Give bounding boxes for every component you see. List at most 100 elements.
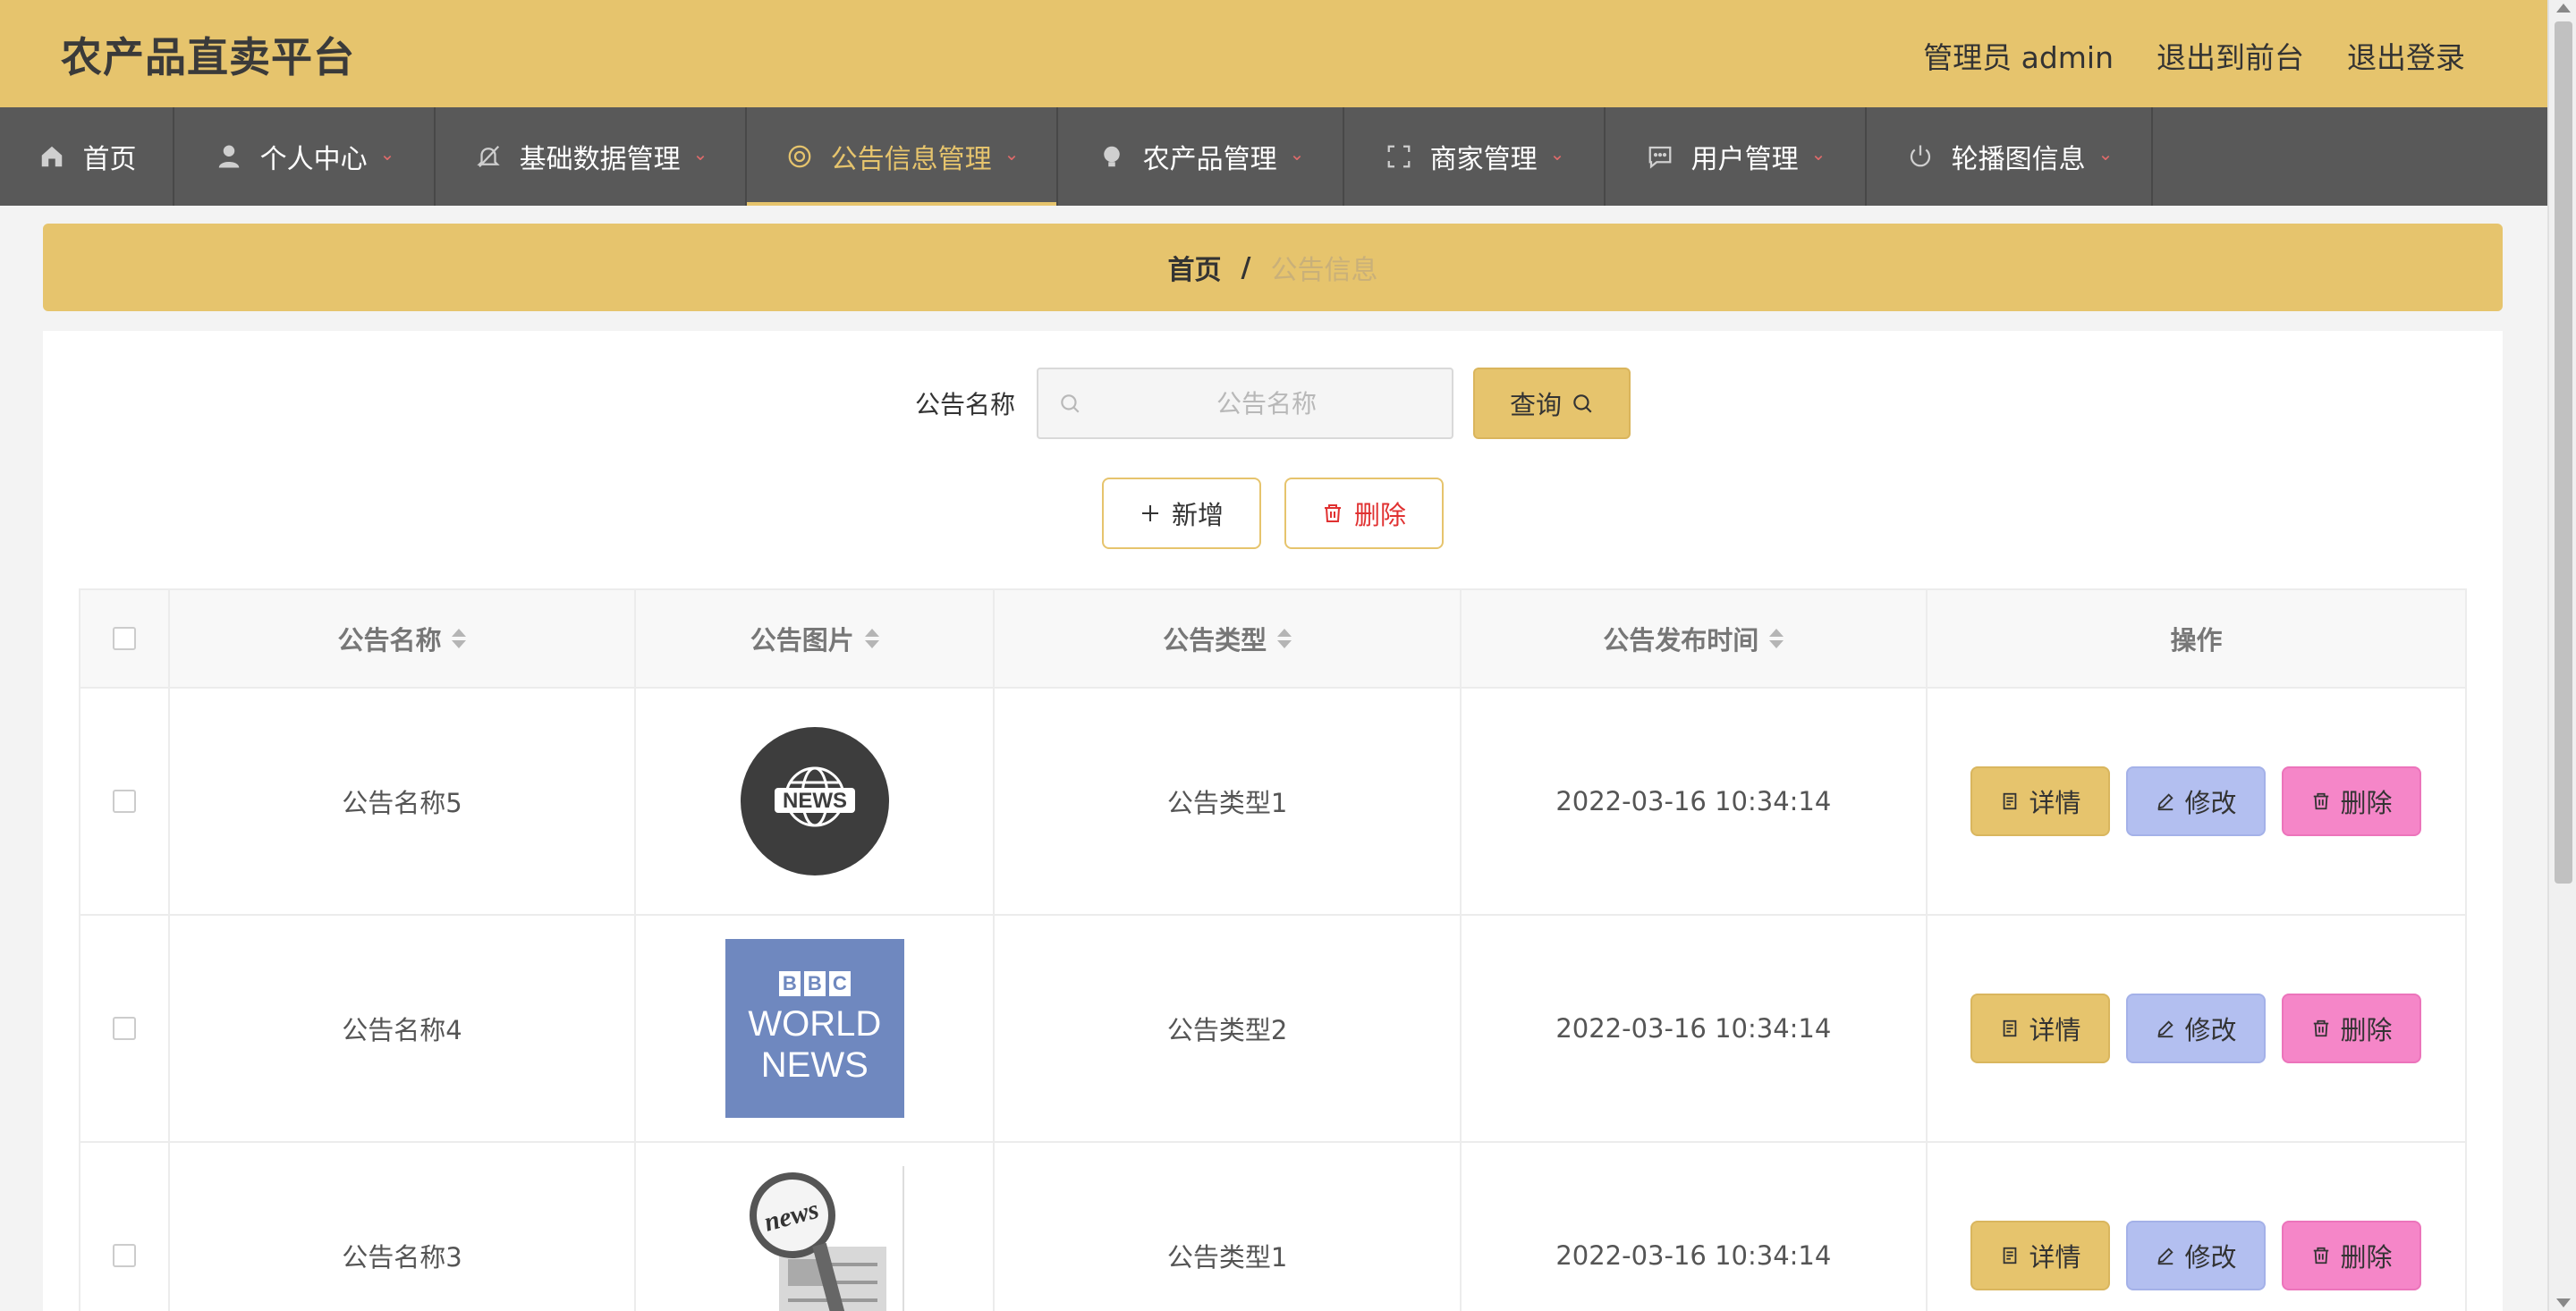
trash-icon [2311, 1246, 2331, 1265]
nav-item-personal-center[interactable]: 个人中心 ⌄ [174, 107, 436, 206]
chat-icon [1645, 141, 1675, 172]
row-checkbox[interactable] [112, 1244, 136, 1267]
column-title: 公告发布时间 [1603, 625, 1759, 656]
pencil-icon [2156, 791, 2175, 811]
scroll-up-arrow-icon[interactable] [2556, 4, 2571, 13]
table-header: 公告名称 公告图片 公告类型 公告发布时间 操作 [80, 590, 2465, 689]
table-row: 公告名称5 NEWS 公告类型1 2022-03-16 10:34:14 详情 … [80, 689, 2465, 916]
cell-type: 公告类型1 [995, 689, 1462, 914]
bell-off-icon [473, 141, 504, 172]
power-icon [1905, 141, 1936, 172]
chevron-down-icon: ⌄ [692, 143, 708, 165]
cell-time: 2022-03-16 10:34:14 [1462, 1143, 1928, 1311]
detail-button[interactable]: 详情 [1970, 766, 2111, 836]
column-title: 公告名称 [337, 625, 442, 656]
edit-label: 修改 [2184, 1015, 2237, 1045]
news-globe-image[interactable]: NEWS [740, 727, 889, 875]
bbc-world-news-image[interactable]: B B C WORLD NEWS [724, 939, 904, 1118]
trash-icon [1322, 503, 1343, 524]
fullscreen-icon [1384, 141, 1414, 172]
delete-label: 删除 [1353, 500, 1406, 530]
breadcrumb-home[interactable]: 首页 [1168, 248, 1222, 287]
sort-icon[interactable] [452, 629, 467, 648]
row-select-cell [80, 689, 170, 914]
cell-image: news [636, 1143, 996, 1311]
header-actions: 管理员 admin 退出到前台 退出登录 [1923, 34, 2465, 77]
pencil-icon [2156, 1246, 2175, 1265]
scrollbar-thumb[interactable] [2555, 21, 2572, 884]
detail-label: 详情 [2029, 1242, 2081, 1273]
cell-actions: 详情 修改 删除 [1928, 916, 2465, 1141]
magnifier-news-image[interactable]: news [724, 1166, 904, 1311]
column-header-image[interactable]: 公告图片 [636, 590, 996, 687]
delete-label: 删除 [2340, 1015, 2393, 1045]
exit-to-front-link[interactable]: 退出到前台 [2157, 34, 2304, 77]
select-all-checkbox[interactable] [112, 627, 136, 650]
trash-icon [2311, 1019, 2331, 1038]
nav-item-home[interactable]: 首页 [0, 107, 174, 206]
bbc-logo: B B C [778, 971, 851, 996]
bbc-line-2: NEWS [760, 1045, 869, 1085]
nav-label: 用户管理 [1690, 144, 1799, 175]
nav-item-merchants[interactable]: 商家管理 ⌄ [1344, 107, 1606, 206]
row-checkbox[interactable] [112, 1017, 136, 1040]
plus-icon [1140, 503, 1161, 524]
nav-item-carousel[interactable]: 轮播图信息 ⌄ [1867, 107, 2153, 206]
bbc-letter: B [803, 971, 826, 996]
nav-item-products[interactable]: 农产品管理 ⌄ [1058, 107, 1344, 206]
sort-icon[interactable] [1277, 629, 1292, 648]
edit-label: 修改 [2184, 1242, 2237, 1273]
row-checkbox[interactable] [112, 790, 136, 813]
edit-button[interactable]: 修改 [2126, 994, 2267, 1063]
home-icon [37, 141, 67, 172]
bulb-icon [1097, 141, 1127, 172]
chevron-down-icon: ⌄ [1004, 143, 1020, 165]
lifebuoy-icon [784, 141, 815, 172]
delete-button[interactable]: 删除 [2282, 994, 2422, 1063]
logout-link[interactable]: 退出登录 [2347, 34, 2465, 77]
nav-item-users[interactable]: 用户管理 ⌄ [1606, 107, 1867, 206]
document-icon [2000, 1246, 2020, 1265]
nav-item-announcements[interactable]: 公告信息管理 ⌄ [747, 107, 1058, 206]
delete-button[interactable]: 删除 [2282, 766, 2422, 836]
select-all-cell [80, 590, 170, 687]
query-label: 查询 [1509, 390, 1562, 420]
table-row: 公告名称4 B B C WORLD NEWS 公告类型2 2022-03-16 … [80, 916, 2465, 1143]
sort-icon[interactable] [864, 629, 879, 648]
action-row: 新增 删除 [43, 478, 2503, 549]
breadcrumb: 首页 / 公告信息 [43, 224, 2503, 311]
column-header-time[interactable]: 公告发布时间 [1462, 590, 1928, 687]
cell-time: 2022-03-16 10:34:14 [1462, 916, 1928, 1141]
nav-label: 农产品管理 [1142, 144, 1277, 175]
search-input[interactable] [1081, 388, 1452, 419]
nav-label: 个人中心 [259, 144, 368, 175]
edit-button[interactable]: 修改 [2126, 766, 2267, 836]
delete-button[interactable]: 删除 [2282, 1221, 2422, 1290]
vertical-scrollbar[interactable] [2547, 0, 2576, 1311]
edit-label: 修改 [2184, 788, 2237, 818]
add-button[interactable]: 新增 [1102, 478, 1261, 549]
search-box [1037, 368, 1453, 439]
bbc-letter: B [778, 971, 801, 996]
detail-button[interactable]: 详情 [1970, 1221, 2111, 1290]
scroll-down-arrow-icon[interactable] [2556, 1298, 2571, 1307]
detail-button[interactable]: 详情 [1970, 994, 2111, 1063]
column-header-name[interactable]: 公告名称 [170, 590, 637, 687]
sort-icon[interactable] [1769, 629, 1784, 648]
cell-type: 公告类型2 [995, 916, 1462, 1141]
announcement-table: 公告名称 公告图片 公告类型 公告发布时间 操作 公告名称5 NEWS 公告类型… [79, 588, 2467, 1311]
edit-button[interactable]: 修改 [2126, 1221, 2267, 1290]
document-icon [2000, 791, 2020, 811]
column-header-type[interactable]: 公告类型 [995, 590, 1462, 687]
bulk-delete-button[interactable]: 删除 [1284, 478, 1444, 549]
add-label: 新增 [1171, 500, 1224, 530]
table-row: 公告名称3 news 公告类型1 2022-03-16 10:34:14 详情 … [80, 1143, 2465, 1311]
main-nav: 首页 个人中心 ⌄ 基础数据管理 ⌄ 公告信息管理 ⌄ 农产品管理 ⌄ 商家管理… [0, 107, 2547, 206]
document-icon [2000, 1019, 2020, 1038]
nav-item-basic-data[interactable]: 基础数据管理 ⌄ [436, 107, 747, 206]
query-button[interactable]: 查询 [1473, 368, 1631, 439]
app-window: 农产品直卖平台 管理员 admin 退出到前台 退出登录 首页 个人中心 ⌄ 基… [0, 0, 2547, 1311]
trash-icon [2311, 791, 2331, 811]
bbc-line-1: WORLD [748, 1004, 882, 1044]
delete-label: 删除 [2340, 1242, 2393, 1273]
